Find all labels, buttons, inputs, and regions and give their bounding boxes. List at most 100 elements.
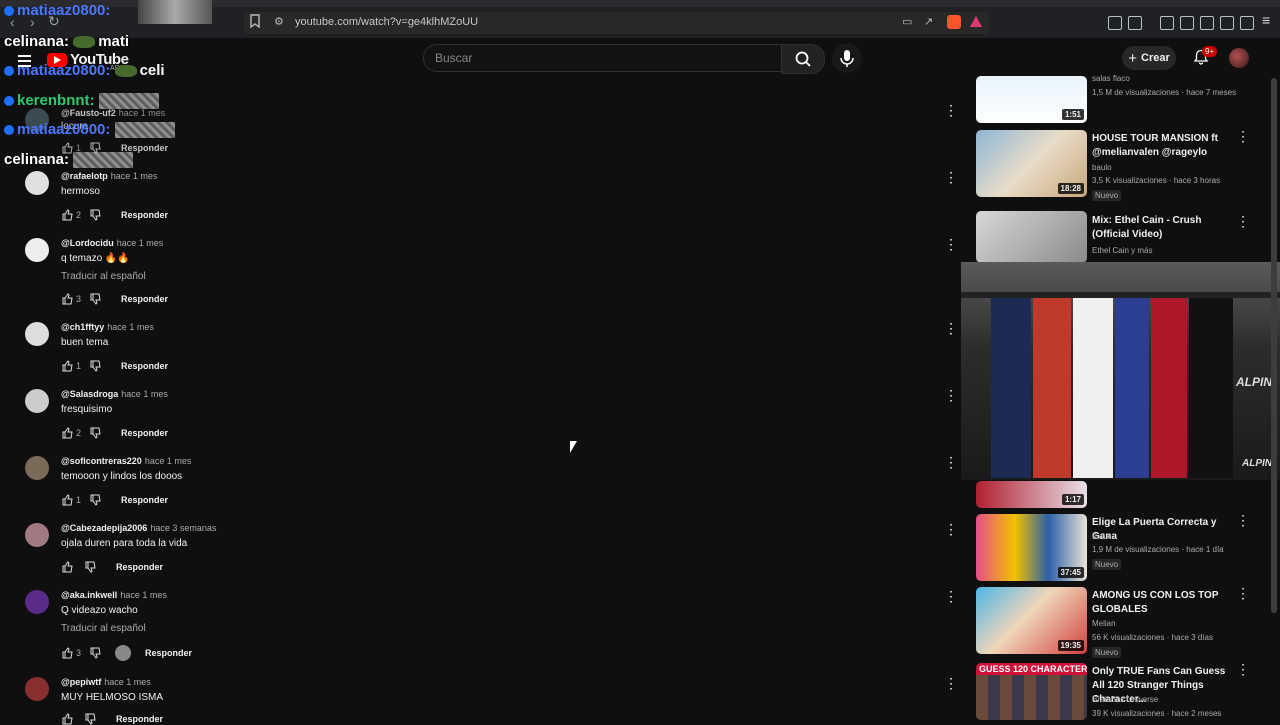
video-more-icon[interactable]: ⋮	[1236, 662, 1250, 676]
like-icon[interactable]	[61, 293, 73, 305]
cast-icon[interactable]: ▭	[902, 15, 912, 28]
brave-rewards-icon[interactable]	[970, 16, 982, 27]
commenter-avatar[interactable]	[25, 523, 49, 547]
dislike-icon[interactable]	[89, 209, 101, 221]
like-icon[interactable]	[61, 494, 73, 506]
commenter-avatar[interactable]	[25, 322, 49, 346]
like-icon[interactable]	[61, 427, 73, 439]
dislike-icon[interactable]	[84, 713, 96, 725]
reply-button[interactable]: Responder	[121, 428, 168, 438]
comment-more-icon[interactable]: ⋮	[944, 170, 958, 184]
commenter-avatar[interactable]	[25, 590, 49, 614]
reply-button[interactable]: Responder	[116, 714, 163, 724]
page-scrollbar[interactable]	[1271, 78, 1277, 613]
comment-more-icon[interactable]: ⋮	[944, 522, 958, 536]
video-channel[interactable]: baulo	[1092, 163, 1112, 172]
video-channel[interactable]: Ibai ●	[1092, 532, 1112, 541]
comment-more-icon[interactable]: ⋮	[944, 455, 958, 469]
recommended-video[interactable]: 18:28 HOUSE TOUR MANSION ft @melianvalen…	[976, 129, 1266, 201]
video-title[interactable]: Mix: Ethel Cain - Crush (Official Video)	[1092, 214, 1232, 242]
video-channel[interactable]: BrainBox Universe	[1092, 695, 1158, 704]
translate-link[interactable]: Traducir al español	[61, 271, 146, 282]
comment-author[interactable]: @aka.inkwell hace 1 mes	[61, 590, 167, 600]
dislike-icon[interactable]	[89, 427, 101, 439]
reply-button[interactable]: Responder	[116, 562, 163, 572]
dislike-icon[interactable]	[89, 647, 101, 659]
like-icon[interactable]	[61, 713, 73, 725]
create-button[interactable]: + Crear	[1122, 46, 1176, 70]
video-thumbnail[interactable]: 1:17	[976, 481, 1087, 508]
commenter-avatar[interactable]	[25, 171, 49, 195]
video-channel[interactable]: Ethel Cain y más	[1092, 246, 1152, 255]
site-info-icon[interactable]: ⚙	[274, 15, 284, 28]
comment-more-icon[interactable]: ⋮	[944, 388, 958, 402]
recommended-video[interactable]: Mix: Ethel Cain - Crush (Official Video)…	[976, 211, 1266, 263]
comment-more-icon[interactable]: ⋮	[944, 321, 958, 335]
search-input[interactable]: Buscar	[423, 44, 783, 72]
miniplayer-video[interactable]: ALPIN ALPIN	[961, 262, 1280, 480]
translate-link[interactable]: Traducir al español	[61, 623, 146, 634]
sidebar-icon[interactable]	[1180, 16, 1194, 30]
extension2-icon[interactable]	[1128, 16, 1142, 30]
comment-author[interactable]: @Fausto-uf2 hace 1 mes	[61, 108, 165, 118]
wallet-icon[interactable]	[1200, 16, 1214, 30]
video-thumbnail[interactable]	[976, 211, 1087, 263]
comment-more-icon[interactable]: ⋮	[944, 237, 958, 251]
commenter-avatar[interactable]	[25, 456, 49, 480]
video-channel[interactable]: salas flaco	[1092, 74, 1130, 83]
commenter-avatar[interactable]	[25, 677, 49, 701]
video-title[interactable]: Elige La Puerta Correcta y Gana	[1092, 516, 1237, 544]
comment-author[interactable]: @Lordocidu hace 1 mes	[61, 238, 163, 248]
comment-author[interactable]: @ch1fftyy hace 1 mes	[61, 322, 154, 332]
video-thumbnail[interactable]: 18:28	[976, 130, 1087, 197]
recommended-video[interactable]: 37:45 Elige La Puerta Correcta y Gana Ib…	[976, 513, 1266, 582]
url-text[interactable]: youtube.com/watch?v=ge4klhMZoUU	[295, 16, 478, 28]
comment-more-icon[interactable]: ⋮	[944, 676, 958, 690]
share-icon[interactable]: ↗	[924, 15, 933, 28]
comment-more-icon[interactable]: ⋮	[944, 103, 958, 117]
commenter-avatar[interactable]	[25, 389, 49, 413]
dislike-icon[interactable]	[89, 360, 101, 372]
video-channel[interactable]: Melian	[1092, 619, 1116, 628]
like-icon[interactable]	[61, 647, 73, 659]
video-thumbnail[interactable]: 19:35	[976, 587, 1087, 654]
vpn-icon[interactable]	[1240, 16, 1254, 30]
video-more-icon[interactable]: ⋮	[1236, 513, 1250, 527]
commenter-avatar[interactable]	[25, 238, 49, 262]
menu-icon[interactable]: ≡	[1262, 12, 1270, 28]
comment-author[interactable]: @rafaelotp hace 1 mes	[61, 171, 157, 181]
comment-author[interactable]: @Cabezadepija2006 hace 3 semanas	[61, 523, 216, 533]
comment-author[interactable]: @soficontreras220 hace 1 mes	[61, 456, 191, 466]
reply-button[interactable]: Responder	[121, 210, 168, 220]
recommended-video[interactable]: 1:51 salas flaco 1,5 M de visualizacione…	[976, 74, 1266, 124]
video-thumbnail[interactable]: 37:45	[976, 514, 1087, 581]
video-more-icon[interactable]: ⋮	[1236, 214, 1250, 228]
recommended-video[interactable]: 1:17	[976, 481, 1266, 508]
video-more-icon[interactable]: ⋮	[1236, 586, 1250, 600]
comment-author[interactable]: @pepiwtf hace 1 mes	[61, 677, 151, 687]
video-title[interactable]: AMONG US CON LOS TOP GLOBALES	[1092, 589, 1232, 617]
reply-button[interactable]: Responder	[121, 294, 168, 304]
comment-more-icon[interactable]: ⋮	[944, 589, 958, 603]
address-bar[interactable]: ⚙ youtube.com/watch?v=ge4klhMZoUU ▭ ↗	[244, 12, 990, 34]
bookmark-icon[interactable]	[250, 14, 260, 28]
comment-author[interactable]: @Salasdroga hace 1 mes	[61, 389, 168, 399]
recommended-video[interactable]: GUESS 120 CHARACTERS Only TRUE Fans Can …	[976, 662, 1266, 720]
video-thumbnail[interactable]: GUESS 120 CHARACTERS	[976, 663, 1087, 720]
like-icon[interactable]	[61, 209, 73, 221]
dislike-icon[interactable]	[89, 293, 101, 305]
leo-icon[interactable]	[1220, 16, 1234, 30]
reply-button[interactable]: Responder	[121, 495, 168, 505]
brave-shields-icon[interactable]	[947, 15, 961, 29]
search-button[interactable]	[781, 44, 825, 74]
voice-search-button[interactable]	[832, 43, 862, 73]
extensions-icon[interactable]	[1108, 16, 1122, 30]
video-thumbnail[interactable]: 1:51	[976, 76, 1087, 123]
account-avatar[interactable]	[1229, 48, 1249, 68]
reply-button[interactable]: Responder	[121, 361, 168, 371]
like-icon[interactable]	[61, 360, 73, 372]
like-icon[interactable]	[61, 561, 73, 573]
dislike-icon[interactable]	[89, 494, 101, 506]
video-more-icon[interactable]: ⋮	[1236, 129, 1250, 143]
reply-button[interactable]: Responder	[145, 648, 192, 658]
